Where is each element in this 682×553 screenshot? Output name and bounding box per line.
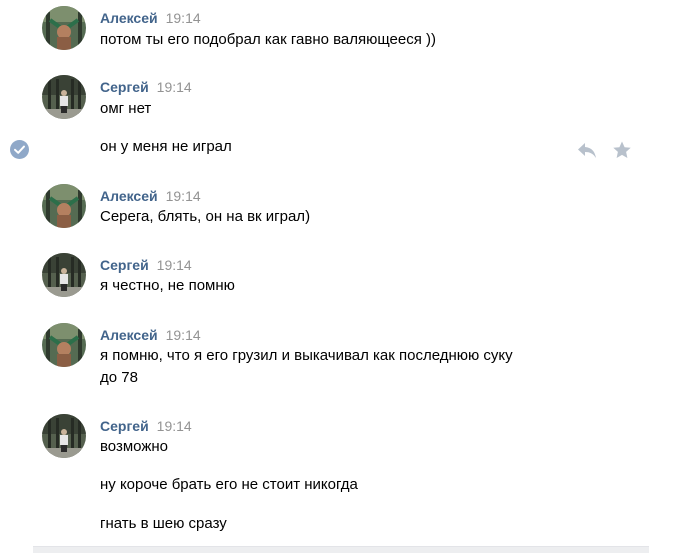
message-header: Сергей 19:14 xyxy=(100,78,192,96)
message-text: он у меня не играл xyxy=(100,138,232,155)
message-header: Алексей 19:14 xyxy=(100,326,201,344)
author-name[interactable]: Сергей xyxy=(100,418,149,434)
message-text: потом ты его подобрал как гавно валяющее… xyxy=(100,31,437,48)
author-name[interactable]: Алексей xyxy=(100,10,158,26)
reply-icon[interactable] xyxy=(577,141,597,159)
avatar-sergei[interactable] xyxy=(42,75,86,119)
message-text: омг нет xyxy=(100,100,152,117)
message-time[interactable]: 19:14 xyxy=(166,327,201,343)
message-group[interactable]: Алексей 19:14 Серега, блять, он на вк игр… xyxy=(0,184,682,236)
author-name[interactable]: Сергей xyxy=(100,79,149,95)
message-group[interactable]: Алексей 19:14 потом ты его подобрал как г… xyxy=(0,6,682,58)
message-time[interactable]: 19:14 xyxy=(166,188,201,204)
author-name[interactable]: Алексей xyxy=(100,327,158,343)
message-group[interactable]: Сергей 19:14 я честно, не помню xyxy=(0,253,682,305)
star-icon[interactable] xyxy=(612,140,632,160)
message-group[interactable]: Алексей 19:14 я помню, что я его грузил и… xyxy=(0,323,682,393)
message-text: я честно, не помню xyxy=(100,277,235,294)
message-time[interactable]: 19:14 xyxy=(157,79,192,95)
avatar-sergei[interactable] xyxy=(42,253,86,297)
message-time[interactable]: 19:14 xyxy=(166,10,201,26)
avatar-aleksei[interactable] xyxy=(42,323,86,367)
author-name[interactable]: Алексей xyxy=(100,188,158,204)
message-time[interactable]: 19:14 xyxy=(157,257,192,273)
avatar-sergei[interactable] xyxy=(42,414,86,458)
message-text: Серега, блять, он на вк играл) xyxy=(100,208,311,225)
avatar-aleksei[interactable] xyxy=(42,184,86,228)
message-header: Сергей 19:14 xyxy=(100,417,192,435)
message-text: до 78 xyxy=(100,369,138,386)
check-icon[interactable] xyxy=(10,140,29,159)
avatar-aleksei[interactable] xyxy=(42,6,86,50)
message-header: Алексей 19:14 xyxy=(100,9,201,27)
message-header: Алексей 19:14 xyxy=(100,187,201,205)
message-text: возможно xyxy=(100,438,168,455)
message-group[interactable]: Сергей 19:14 возможно ну короче брать его… xyxy=(0,414,682,539)
author-name[interactable]: Сергей xyxy=(100,257,149,273)
message-header: Сергей 19:14 xyxy=(100,256,192,274)
message-time[interactable]: 19:14 xyxy=(157,418,192,434)
chat-history: Алексей 19:14 потом ты его подобрал как г… xyxy=(0,0,682,553)
message-text: я помню, что я его грузил и выкачивал ка… xyxy=(100,347,513,364)
message-text: гнать в шею сразу xyxy=(100,515,227,532)
message-text: ну короче брать его не стоит никогда xyxy=(100,476,358,493)
